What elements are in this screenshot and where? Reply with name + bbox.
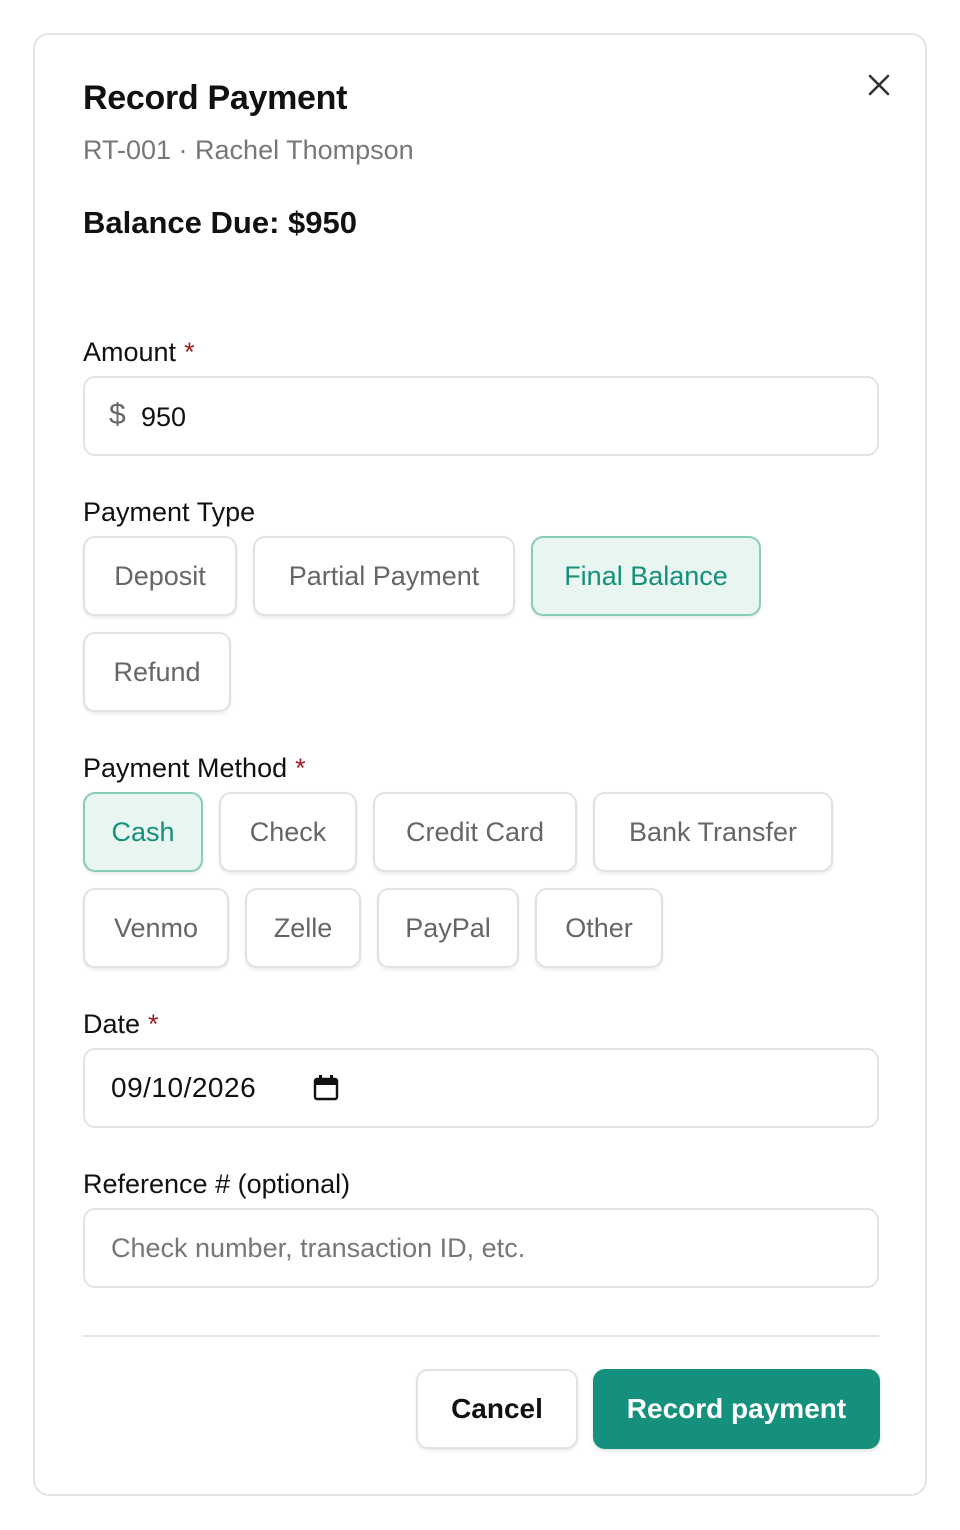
- required-mark: *: [148, 1009, 159, 1039]
- balance-due: Balance Due: $950: [83, 205, 357, 240]
- payment-method-venmo[interactable]: Venmo: [83, 888, 229, 968]
- footer-divider: [83, 1335, 879, 1337]
- date-input[interactable]: 09/10/2026: [83, 1048, 879, 1128]
- payment-type-final-balance[interactable]: Final Balance: [531, 536, 761, 616]
- payment-method-paypal[interactable]: PayPal: [377, 888, 519, 968]
- payment-method-zelle[interactable]: Zelle: [245, 888, 361, 968]
- close-icon[interactable]: [863, 69, 895, 101]
- date-value: 09/10/2026: [111, 1072, 257, 1103]
- record-payment-dialog: Record Payment RT-001 · Rachel Thompson …: [33, 33, 927, 1496]
- cancel-button[interactable]: Cancel: [416, 1369, 578, 1449]
- payment-type-deposit[interactable]: Deposit: [83, 536, 237, 616]
- amount-label-text: Amount: [83, 337, 177, 367]
- dialog-title: Record Payment: [83, 79, 348, 117]
- payment-method-credit-card[interactable]: Credit Card: [373, 792, 577, 872]
- calendar-icon[interactable]: [313, 1074, 339, 1102]
- required-mark: *: [184, 337, 195, 367]
- payment-method-other[interactable]: Other: [535, 888, 663, 968]
- payment-type-partial-payment[interactable]: Partial Payment: [253, 536, 515, 616]
- record-payment-button[interactable]: Record payment: [593, 1369, 880, 1449]
- required-mark: *: [295, 753, 306, 783]
- payment-method-label-text: Payment Method: [83, 753, 288, 783]
- reference-input[interactable]: Check number, transaction ID, etc.: [83, 1208, 879, 1288]
- amount-value: 950: [141, 402, 187, 432]
- date-label-text: Date: [83, 1009, 141, 1039]
- payment-type-refund[interactable]: Refund: [83, 632, 231, 712]
- payment-type-label: Payment Type: [83, 497, 256, 527]
- currency-symbol: $: [109, 398, 126, 431]
- payment-method-bank-transfer[interactable]: Bank Transfer: [593, 792, 833, 872]
- payment-method-cash[interactable]: Cash: [83, 792, 203, 872]
- payment-method-label: Payment Method *: [83, 753, 306, 784]
- amount-input[interactable]: $ 950: [83, 376, 879, 456]
- amount-label: Amount *: [83, 337, 195, 368]
- dialog-subtitle: RT-001 · Rachel Thompson: [83, 135, 414, 165]
- payment-method-check[interactable]: Check: [219, 792, 357, 872]
- reference-placeholder: Check number, transaction ID, etc.: [111, 1233, 526, 1263]
- date-label: Date *: [83, 1009, 159, 1040]
- reference-label: Reference # (optional): [83, 1169, 351, 1199]
